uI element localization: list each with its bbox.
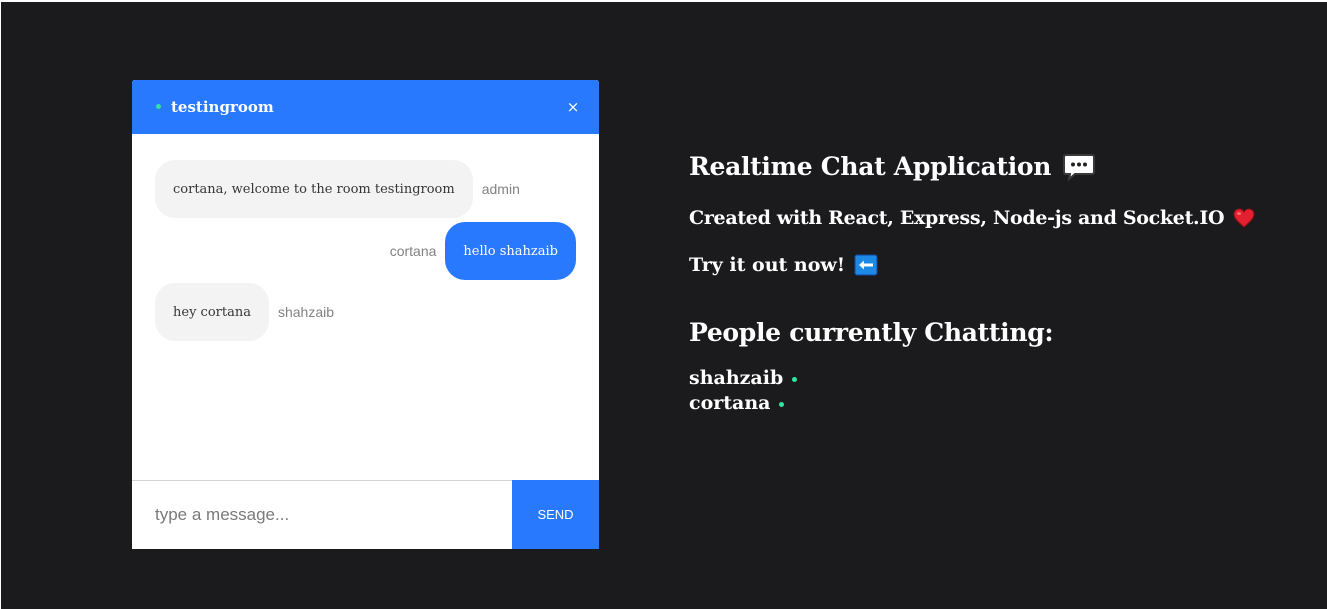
- left-arrow-icon: [854, 254, 878, 276]
- room-name: testingroom: [171, 98, 274, 116]
- app-title: Realtime Chat Application: [689, 152, 1052, 181]
- message-item: hey cortana shahzaib: [155, 283, 343, 341]
- people-heading: People currently Chatting:: [689, 318, 1054, 347]
- message-input[interactable]: [132, 481, 512, 549]
- person-item: cortana: [689, 391, 785, 415]
- message-sender: cortana: [389, 243, 437, 259]
- chat-header: testingroom ×: [132, 80, 599, 134]
- heart-icon: [1233, 208, 1255, 228]
- person-name: cortana: [689, 392, 771, 414]
- message-bubble: hey cortana: [155, 283, 269, 341]
- message-item: cortana hello shahzaib: [381, 222, 576, 280]
- online-status-icon: [792, 377, 798, 382]
- person-name: shahzaib: [689, 367, 784, 389]
- message-item: cortana, welcome to the room testingroom…: [155, 160, 529, 218]
- message-list: cortana, welcome to the room testingroom…: [132, 134, 599, 480]
- online-status-icon: [156, 104, 161, 109]
- cta-line: Try it out now!: [689, 251, 878, 279]
- page-background: testingroom × cortana, welcome to the ro…: [1, 2, 1327, 609]
- online-status-icon: [779, 402, 785, 407]
- message-sender: shahzaib: [277, 304, 335, 320]
- app-title-line: Realtime Chat Application: [689, 150, 1096, 184]
- cta-text: Try it out now!: [689, 254, 846, 276]
- subtitle-line: Created with React, Express, Node-js and…: [689, 204, 1255, 232]
- person-item: shahzaib: [689, 366, 798, 390]
- message-composer: send: [132, 480, 599, 549]
- chat-window: testingroom × cortana, welcome to the ro…: [132, 80, 599, 549]
- speech-balloon-icon: [1063, 153, 1096, 181]
- message-sender: admin: [481, 181, 520, 197]
- close-icon[interactable]: ×: [563, 97, 583, 117]
- app-subtitle: Created with React, Express, Node-js and…: [689, 207, 1225, 229]
- message-bubble: hello shahzaib: [445, 222, 576, 280]
- message-bubble: cortana, welcome to the room testingroom: [155, 160, 473, 218]
- send-button[interactable]: send: [512, 480, 599, 549]
